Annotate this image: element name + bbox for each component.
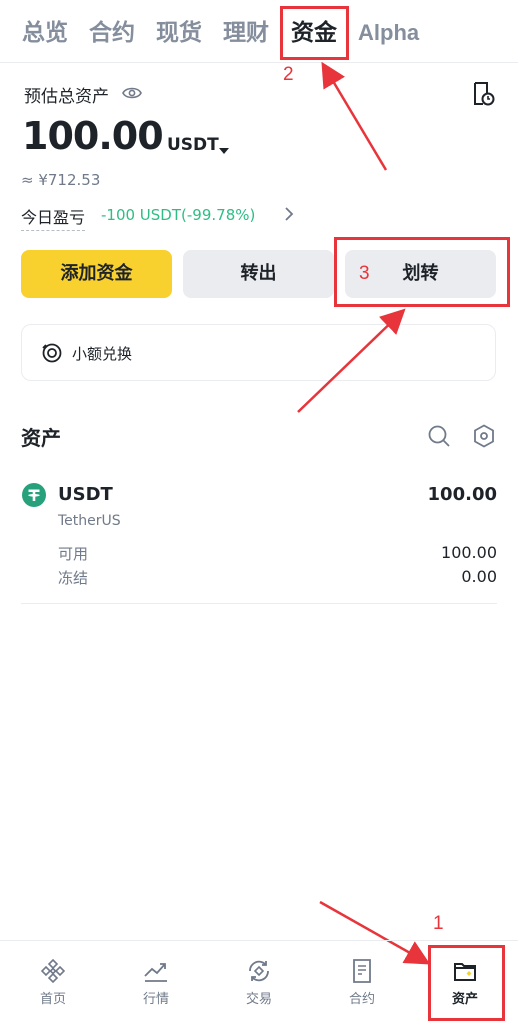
trade-exchange-icon [249,960,269,982]
chart-trend-icon [144,963,167,982]
bottom-nav-divider [0,940,518,941]
nav-home[interactable]: 首页 [13,958,93,1007]
nav-trade-label: 交易 [245,992,272,1007]
nav-markets[interactable]: 行情 [116,958,196,1007]
nav-trade[interactable]: 交易 [219,958,299,1007]
nav-home-label: 首页 [39,992,66,1007]
annotation-arrows [297,61,431,965]
nav-futures-label: 合约 [348,992,375,1007]
annotation-box-assets-nav [428,945,505,1021]
binance-logo-icon [40,958,66,984]
futures-document-icon [353,959,371,983]
annotation-step-1: 1 [433,913,444,934]
nav-futures[interactable]: 合约 [322,958,402,1007]
nav-markets-label: 行情 [142,992,169,1007]
